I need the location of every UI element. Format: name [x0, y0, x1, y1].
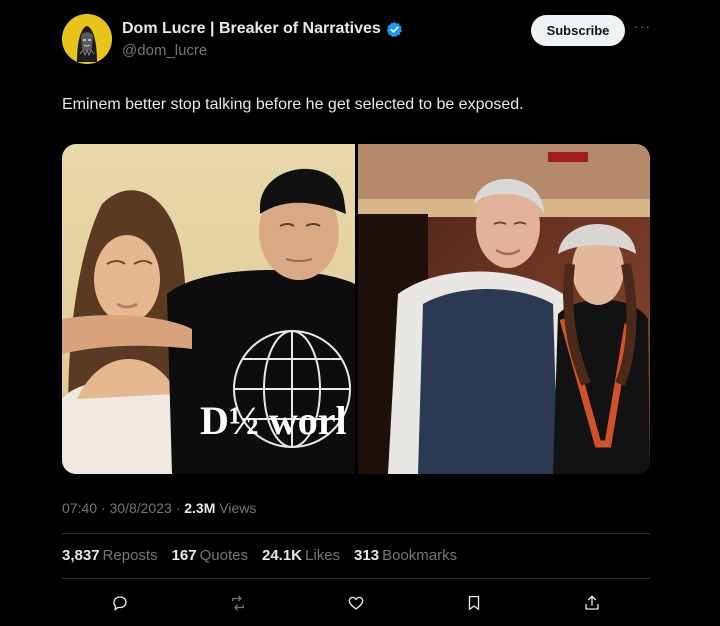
photo-left-image: D½ worl: [62, 168, 355, 474]
action-bar: [62, 590, 650, 616]
views-label: Views: [219, 500, 257, 516]
verified-badge-icon: [386, 21, 402, 37]
meta-separator: ·: [100, 500, 110, 516]
author-display-name[interactable]: Dom Lucre | Breaker of Narratives: [122, 20, 381, 38]
author-avatar[interactable]: [62, 14, 112, 64]
reply-button[interactable]: [110, 593, 130, 613]
likes-label: Likes: [305, 547, 341, 564]
author-name-row[interactable]: Dom Lucre | Breaker of Narratives: [122, 20, 403, 38]
avatar-image: [62, 14, 112, 64]
more-options-icon[interactable]: ···: [634, 18, 651, 34]
share-icon: [585, 595, 599, 610]
quotes-count: 167: [171, 547, 197, 564]
bookmarks-label: Bookmarks: [382, 547, 458, 564]
tweet-meta: 07:40 · 30/8/2023 · 2.3M Views: [62, 500, 256, 516]
repost-button[interactable]: [228, 593, 248, 613]
likes-stat[interactable]: 24.1K Likes: [262, 547, 340, 564]
reposts-label: Reposts: [102, 547, 158, 564]
likes-count: 24.1K: [261, 547, 303, 564]
like-icon: [348, 596, 364, 610]
quotes-label: Quotes: [199, 547, 248, 564]
engagement-stats: 3,837 Reposts 167 Quotes 24.1K Likes 313 Boo…: [62, 547, 457, 564]
bookmark-button[interactable]: [464, 593, 484, 613]
views-count: 2.3M: [184, 500, 216, 516]
reply-icon: [113, 596, 127, 611]
reposts-stat[interactable]: 3,837 Reposts: [62, 547, 158, 564]
photo-right-image: [358, 144, 650, 474]
reposts-count: 3,837: [62, 547, 100, 564]
like-button[interactable]: [346, 593, 366, 613]
bookmarks-stat[interactable]: 313 Bookmarks: [354, 547, 457, 564]
shirt-text: D½ worl: [200, 398, 347, 443]
photo-left[interactable]: D½ worl: [62, 144, 355, 474]
tweet-time[interactable]: 07:40: [62, 500, 97, 516]
divider-top: [62, 533, 650, 534]
author-handle[interactable]: @dom_lucre: [122, 42, 207, 59]
subscribe-button[interactable]: Subscribe: [531, 15, 625, 46]
tweet-text: Eminem better stop talking before he get…: [62, 96, 524, 113]
bookmark-icon: [468, 595, 480, 611]
photo-right[interactable]: [358, 144, 650, 474]
meta-separator: ·: [175, 500, 185, 516]
divider-bottom: [62, 578, 650, 579]
share-button[interactable]: [582, 593, 602, 613]
tweet-date[interactable]: 30/8/2023: [110, 500, 172, 516]
quotes-stat[interactable]: 167 Quotes: [172, 547, 248, 564]
repost-icon: [232, 595, 244, 611]
bookmarks-count: 313: [354, 547, 380, 564]
media-grid: D½ worl: [62, 144, 650, 474]
